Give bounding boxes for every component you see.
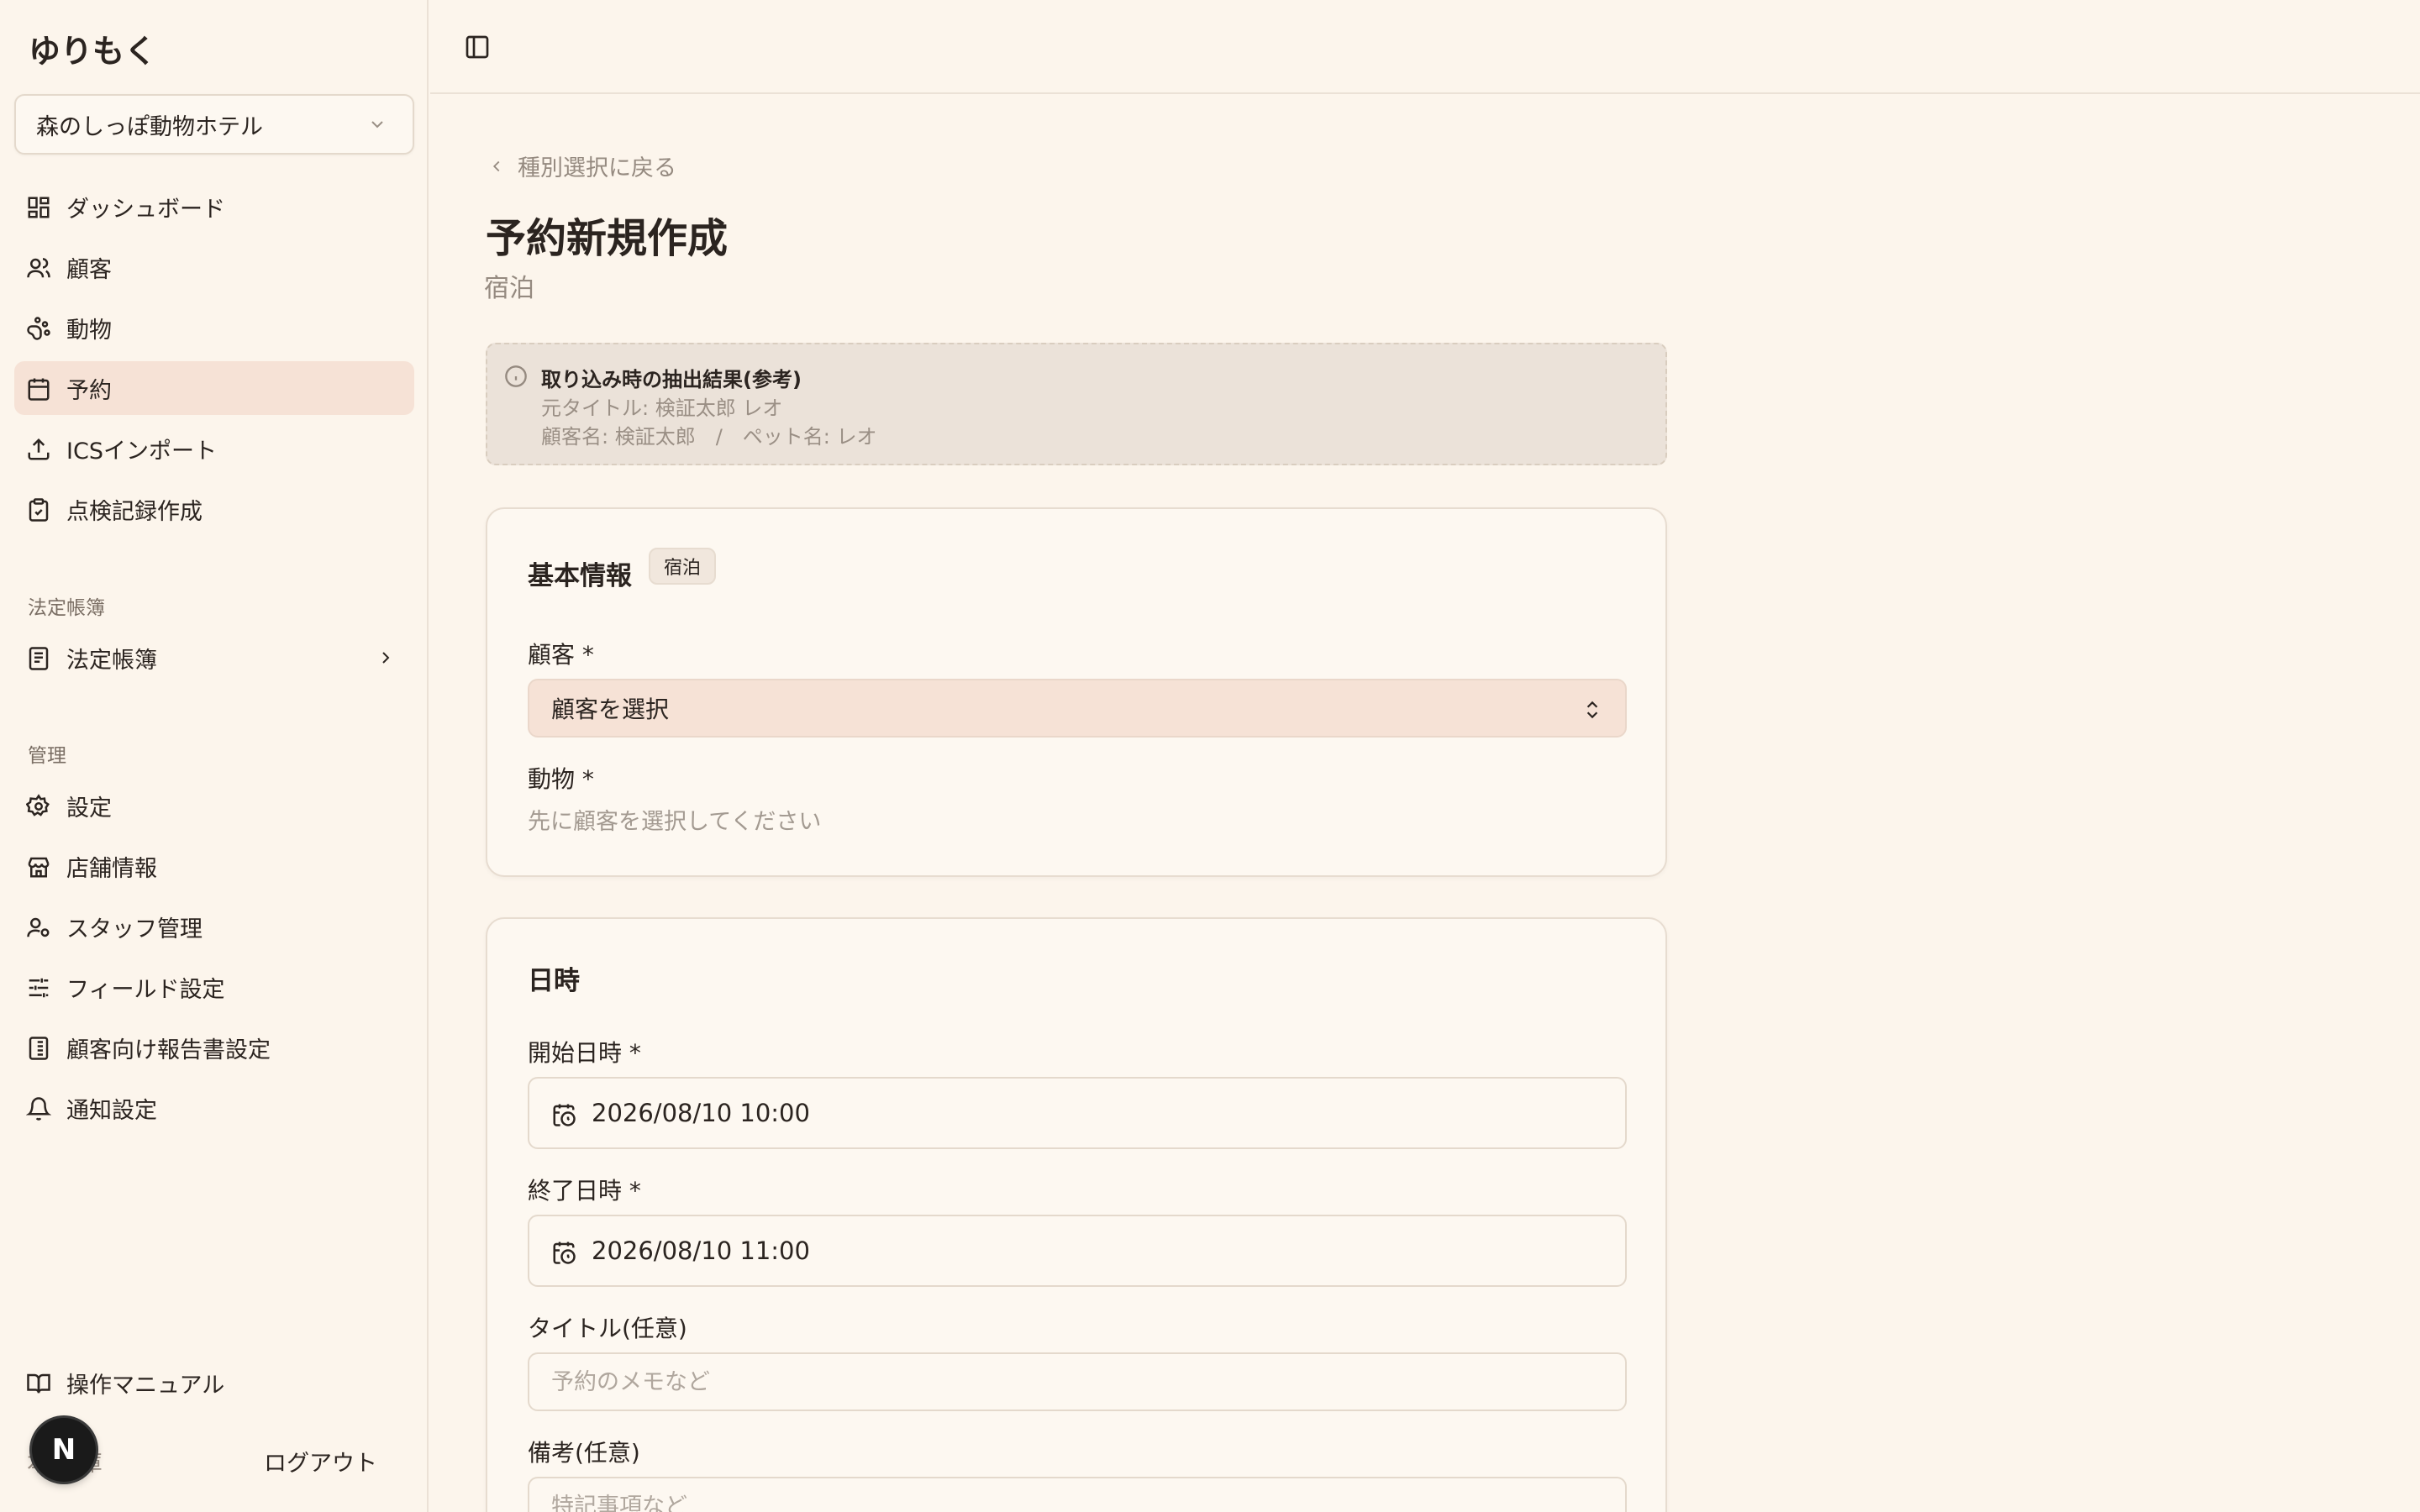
extract-original-title: 元タイトル: 検証太郎 レオ bbox=[541, 396, 783, 420]
sidebar-item-field-settings[interactable]: フィールド設定 bbox=[14, 960, 414, 1014]
sidebar-item-label: フィールド設定 bbox=[66, 976, 225, 1003]
chevron-right-icon bbox=[382, 652, 390, 664]
open-book-icon bbox=[27, 1373, 50, 1394]
bell-icon bbox=[26, 1097, 51, 1121]
end-datetime-picker[interactable]: 2026/08/10 11:00 bbox=[528, 1215, 1627, 1287]
section-label-admin: 管理 bbox=[28, 745, 66, 767]
users-icon bbox=[27, 258, 50, 278]
sidebar-item-label: ICSインポート bbox=[66, 438, 217, 465]
sidebar-item-reservations[interactable]: 予約 bbox=[14, 361, 414, 415]
sidebar: ゆりもく 森のしっぽ動物ホテル ダッシュボード 顧客 動物 予約 ICSインポー… bbox=[0, 0, 429, 1512]
sidebar-item-manual[interactable]: 操作マニュアル bbox=[14, 1356, 414, 1410]
card-title: 基本情報 bbox=[528, 561, 632, 591]
dev-tools-badge[interactable]: N bbox=[32, 1418, 96, 1482]
animal-label: 動物 * bbox=[528, 765, 594, 793]
type-badge: 宿泊 bbox=[649, 548, 717, 585]
sidebar-item-dashboard[interactable]: ダッシュボード bbox=[14, 180, 414, 234]
store-selector-value: 森のしっぽ動物ホテル bbox=[36, 113, 263, 140]
title-input[interactable] bbox=[528, 1352, 1627, 1411]
back-link[interactable]: 種別選択に戻る bbox=[487, 150, 676, 182]
sidebar-item-label: 法定帳簿 bbox=[66, 647, 157, 674]
sidebar-item-customers[interactable]: 顧客 bbox=[14, 240, 414, 294]
sidebar-item-label: 顧客向け報告書設定 bbox=[66, 1037, 271, 1063]
sidebar-toggle-icon[interactable] bbox=[464, 34, 491, 60]
card-title: 日時 bbox=[528, 966, 580, 996]
sidebar-item-label: 設定 bbox=[66, 795, 112, 822]
section-label-ledger: 法定帳簿 bbox=[28, 597, 105, 619]
sidebar-item-animals[interactable]: 動物 bbox=[14, 301, 414, 354]
sidebar-item-inspection[interactable]: 点検記録作成 bbox=[14, 482, 414, 536]
datetime-card: 日時 開始日時 * 2026/08/10 10:00 終了日時 * 2026/0… bbox=[486, 917, 1667, 1512]
sidebar-item-label: 動物 bbox=[66, 317, 112, 344]
sidebar-item-label: 点検記録作成 bbox=[66, 498, 203, 525]
customer-select[interactable]: 顧客を選択 bbox=[528, 679, 1627, 738]
basic-info-card: 基本情報 宿泊 顧客 * 顧客を選択 動物 * 先に顧客を選択してください bbox=[486, 507, 1667, 877]
chevron-down-icon bbox=[371, 121, 383, 129]
paw-icon bbox=[27, 317, 50, 340]
sidebar-item-label: 店舗情報 bbox=[66, 855, 157, 882]
sidebar-item-report-settings[interactable]: 顧客向け報告書設定 bbox=[14, 1021, 414, 1074]
store-selector[interactable]: 森のしっぽ動物ホテル bbox=[14, 94, 414, 155]
animal-hint: 先に顧客を選択してください bbox=[528, 809, 822, 835]
chevron-left-icon bbox=[492, 160, 500, 171]
sidebar-item-label: スタッフ管理 bbox=[66, 916, 203, 942]
dashboard-icon bbox=[28, 197, 50, 218]
clipboard-icon bbox=[29, 498, 49, 522]
calendar-clock-icon bbox=[553, 1242, 576, 1264]
sidebar-item-staff[interactable]: スタッフ管理 bbox=[14, 900, 414, 953]
sidebar-item-label: ダッシュボード bbox=[66, 196, 225, 223]
customer-select-value: 顧客を選択 bbox=[551, 696, 670, 723]
book-icon bbox=[29, 647, 49, 670]
end-datetime-value: 2026/08/10 11:00 bbox=[592, 1236, 810, 1265]
top-bar bbox=[430, 0, 2420, 94]
sidebar-item-label: 予約 bbox=[66, 377, 112, 404]
sliders-icon bbox=[29, 978, 49, 998]
staff-icon bbox=[27, 917, 50, 937]
note-input[interactable] bbox=[528, 1477, 1627, 1512]
title-label: タイトル(任意) bbox=[528, 1315, 687, 1342]
extract-result-box: 取り込み時の抽出結果(参考) 元タイトル: 検証太郎 レオ 顧客名: 検証太郎 … bbox=[486, 343, 1667, 465]
calendar-clock-icon bbox=[553, 1104, 576, 1126]
logout-button[interactable]: ログアウト bbox=[264, 1445, 377, 1478]
store-icon bbox=[28, 857, 50, 878]
page-title: 予約新規作成 bbox=[486, 215, 729, 262]
sidebar-item-label: 操作マニュアル bbox=[66, 1372, 225, 1399]
end-datetime-label: 終了日時 * bbox=[528, 1177, 641, 1205]
sidebar-item-ics-import[interactable]: ICSインポート bbox=[14, 422, 414, 475]
start-datetime-picker[interactable]: 2026/08/10 10:00 bbox=[528, 1077, 1627, 1149]
brand-logo: ゆりもく bbox=[29, 33, 157, 70]
sidebar-item-notification-settings[interactable]: 通知設定 bbox=[14, 1081, 414, 1135]
sidebar-item-label: 通知設定 bbox=[66, 1097, 157, 1124]
extract-names: 顧客名: 検証太郎 / ペット名: レオ bbox=[541, 425, 877, 449]
extract-title: 取り込み時の抽出結果(参考) bbox=[541, 368, 802, 391]
sidebar-item-settings[interactable]: 設定 bbox=[14, 779, 414, 832]
customer-label: 顧客 * bbox=[528, 641, 594, 669]
start-datetime-value: 2026/08/10 10:00 bbox=[592, 1099, 810, 1127]
back-link-label: 種別選択に戻る bbox=[518, 155, 676, 181]
info-icon bbox=[505, 365, 527, 387]
gear-icon bbox=[26, 794, 50, 816]
start-datetime-label: 開始日時 * bbox=[528, 1039, 641, 1067]
sidebar-item-label: 顧客 bbox=[66, 256, 112, 283]
chevrons-up-down-icon bbox=[1586, 701, 1598, 719]
sidebar-item-ledger[interactable]: 法定帳簿 bbox=[14, 631, 414, 685]
note-label: 備考(任意) bbox=[528, 1439, 640, 1467]
upload-icon bbox=[28, 438, 50, 460]
page-subtitle: 宿泊 bbox=[484, 274, 534, 303]
sidebar-item-store-info[interactable]: 店舗情報 bbox=[14, 839, 414, 893]
report-icon bbox=[29, 1037, 49, 1060]
calendar-icon bbox=[28, 378, 50, 401]
